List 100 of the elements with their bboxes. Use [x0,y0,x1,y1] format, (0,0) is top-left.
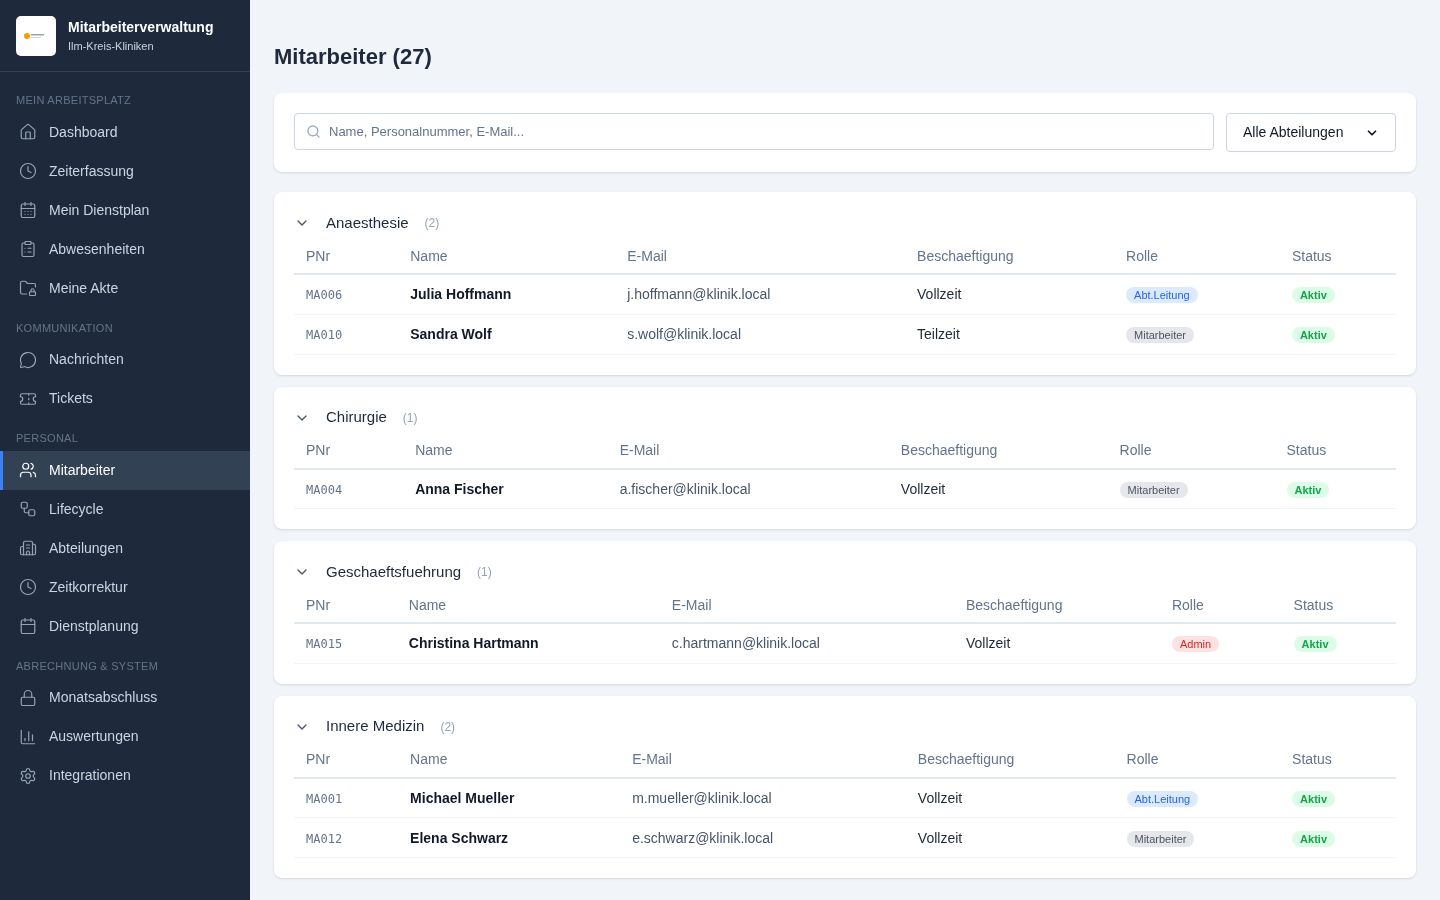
pnr-cell: MA004 [306,482,343,497]
department-toggle[interactable]: Geschaeftsfuehrung (1) [294,557,492,587]
pnr-cell: MA015 [306,637,343,652]
role-badge: Mitarbeiter [1126,327,1194,343]
role-badge: Mitarbeiter [1126,830,1195,847]
status-badge: Aktiv [1291,327,1335,343]
department-count: (1) [402,409,418,427]
email-cell: a.fischer@klinik.local [619,480,751,497]
column-header: Name [410,247,448,264]
sidebar-item[interactable]: Dienstplanung [0,606,250,646]
column-header: PNr [306,751,331,767]
column-header: Status [1286,442,1327,458]
employment-cell: Vollzeit [917,789,963,806]
sidebar-item[interactable]: Abteilungen [0,528,250,568]
department-toggle[interactable]: Innere Medizin (2) [294,711,456,742]
calendar-icon [19,201,37,219]
name-cell: Julia Hoffmann [410,286,512,303]
folder-lock-icon [19,279,37,297]
role-badge: Abt.Leitung [1126,287,1198,304]
users-icon [19,461,37,479]
department-count: (1) [477,564,492,581]
app-title: Mitarbeiterverwaltung [68,17,214,37]
column-header: Beschaeftigung [917,751,1015,767]
sidebar-item[interactable]: Auswertungen [0,717,250,756]
department-toggle[interactable]: Chirurgie (1) [294,402,418,433]
status-badge: Aktiv [1292,830,1335,847]
status-badge: Aktiv [1291,287,1335,304]
sidebar-item[interactable]: Dashboard [0,112,250,152]
sidebar-item[interactable]: Zeitkorrektur [0,567,250,607]
column-header: Rolle [1171,596,1204,613]
column-header: Name [410,751,448,767]
nav-section-heading: ABRECHNUNG & SYSTEM [15,658,160,674]
role-badge: Admin [1171,636,1220,653]
sidebar-item[interactable]: Meine Akte [0,268,250,308]
column-header: E-Mail [632,751,672,767]
sidebar-item[interactable]: Tickets [0,379,250,418]
role-badge: Abt.Leitung [1126,790,1199,807]
pnr-cell: MA001 [306,791,343,806]
sidebar-item[interactable]: Lifecycle [0,489,250,529]
calendar-icon [19,617,37,635]
pnr-cell: MA006 [306,288,343,303]
sidebar-item[interactable]: Integrationen [0,756,250,795]
sidebar-item[interactable]: Mein Dienstplan [0,190,250,230]
column-header: Beschaeftigung [900,442,998,458]
email-cell: m.mueller@klinik.local [632,789,772,806]
employment-cell: Vollzeit [965,635,1011,652]
column-header: Name [415,442,453,458]
employment-cell: Teilzeit [917,326,960,342]
email-cell: s.wolf@klinik.local [627,326,742,342]
logo-icon [16,15,56,56]
column-header: PNr [306,247,331,264]
column-header: Rolle [1126,751,1159,767]
sidebar-item[interactable]: Monatsabschluss [0,678,250,717]
sidebar-item[interactable]: Abwesenheiten [0,229,250,269]
column-header: Status [1291,247,1332,264]
status-badge: Aktiv [1293,636,1337,653]
department-name: Chirurgie [326,407,387,428]
email-cell: j.hoffmann@klinik.local [627,286,771,303]
column-header: Rolle [1126,247,1158,264]
sidebar-item[interactable]: Zeiterfassung [0,151,250,191]
column-header: E-Mail [627,247,667,264]
department-dropdown[interactable]: Alle Abteilungen [1226,113,1396,152]
column-header: Beschaeftigung [965,596,1063,613]
column-header: Name [408,596,447,613]
sidebar-item[interactable]: Mitarbeiter [0,450,250,490]
nav-section-heading: MEIN ARBEITSPLATZ [15,93,133,108]
department-toggle[interactable]: Anaesthesie (2) [294,208,440,238]
building-icon [19,539,37,557]
lock-icon [19,688,37,707]
employment-cell: Vollzeit [917,286,962,303]
status-badge: Aktiv [1292,790,1335,807]
department-name: Innere Medizin [326,716,425,737]
bar-chart-icon [19,727,37,746]
department-count: (2) [440,718,456,736]
column-header: E-Mail [619,442,660,458]
page-title: Mitarbeiter (27) [274,43,433,71]
employment-cell: Vollzeit [917,829,963,846]
search-field[interactable]: Name, Personalnummer, E-Mail... [294,113,1214,150]
department-name: Anaesthesie [326,212,409,233]
name-cell: Anna Fischer [415,480,504,497]
email-cell: e.schwarz@klinik.local [632,829,774,846]
name-cell: Sandra Wolf [410,326,492,342]
name-cell: Michael Mueller [410,789,515,806]
column-header: E-Mail [671,596,712,613]
home-icon [19,123,37,141]
email-cell: c.hartmann@klinik.local [671,635,820,652]
settings-icon [19,766,37,785]
column-header: Status [1293,596,1334,613]
column-header: Status [1292,751,1332,767]
app-subtitle: Ilm-Kreis-Kliniken [68,38,155,54]
employment-cell: Vollzeit [900,480,946,497]
column-header: PNr [306,596,331,613]
sidebar-item[interactable]: Nachrichten [0,340,250,379]
search-icon [306,124,321,139]
name-cell: Elena Schwarz [410,829,509,846]
role-badge: Mitarbeiter [1119,481,1188,498]
column-header: Rolle [1119,442,1152,458]
status-badge: Aktiv [1286,481,1330,498]
nav-section-heading: KOMMUNIKATION [15,320,114,336]
pnr-cell: MA012 [306,831,343,846]
